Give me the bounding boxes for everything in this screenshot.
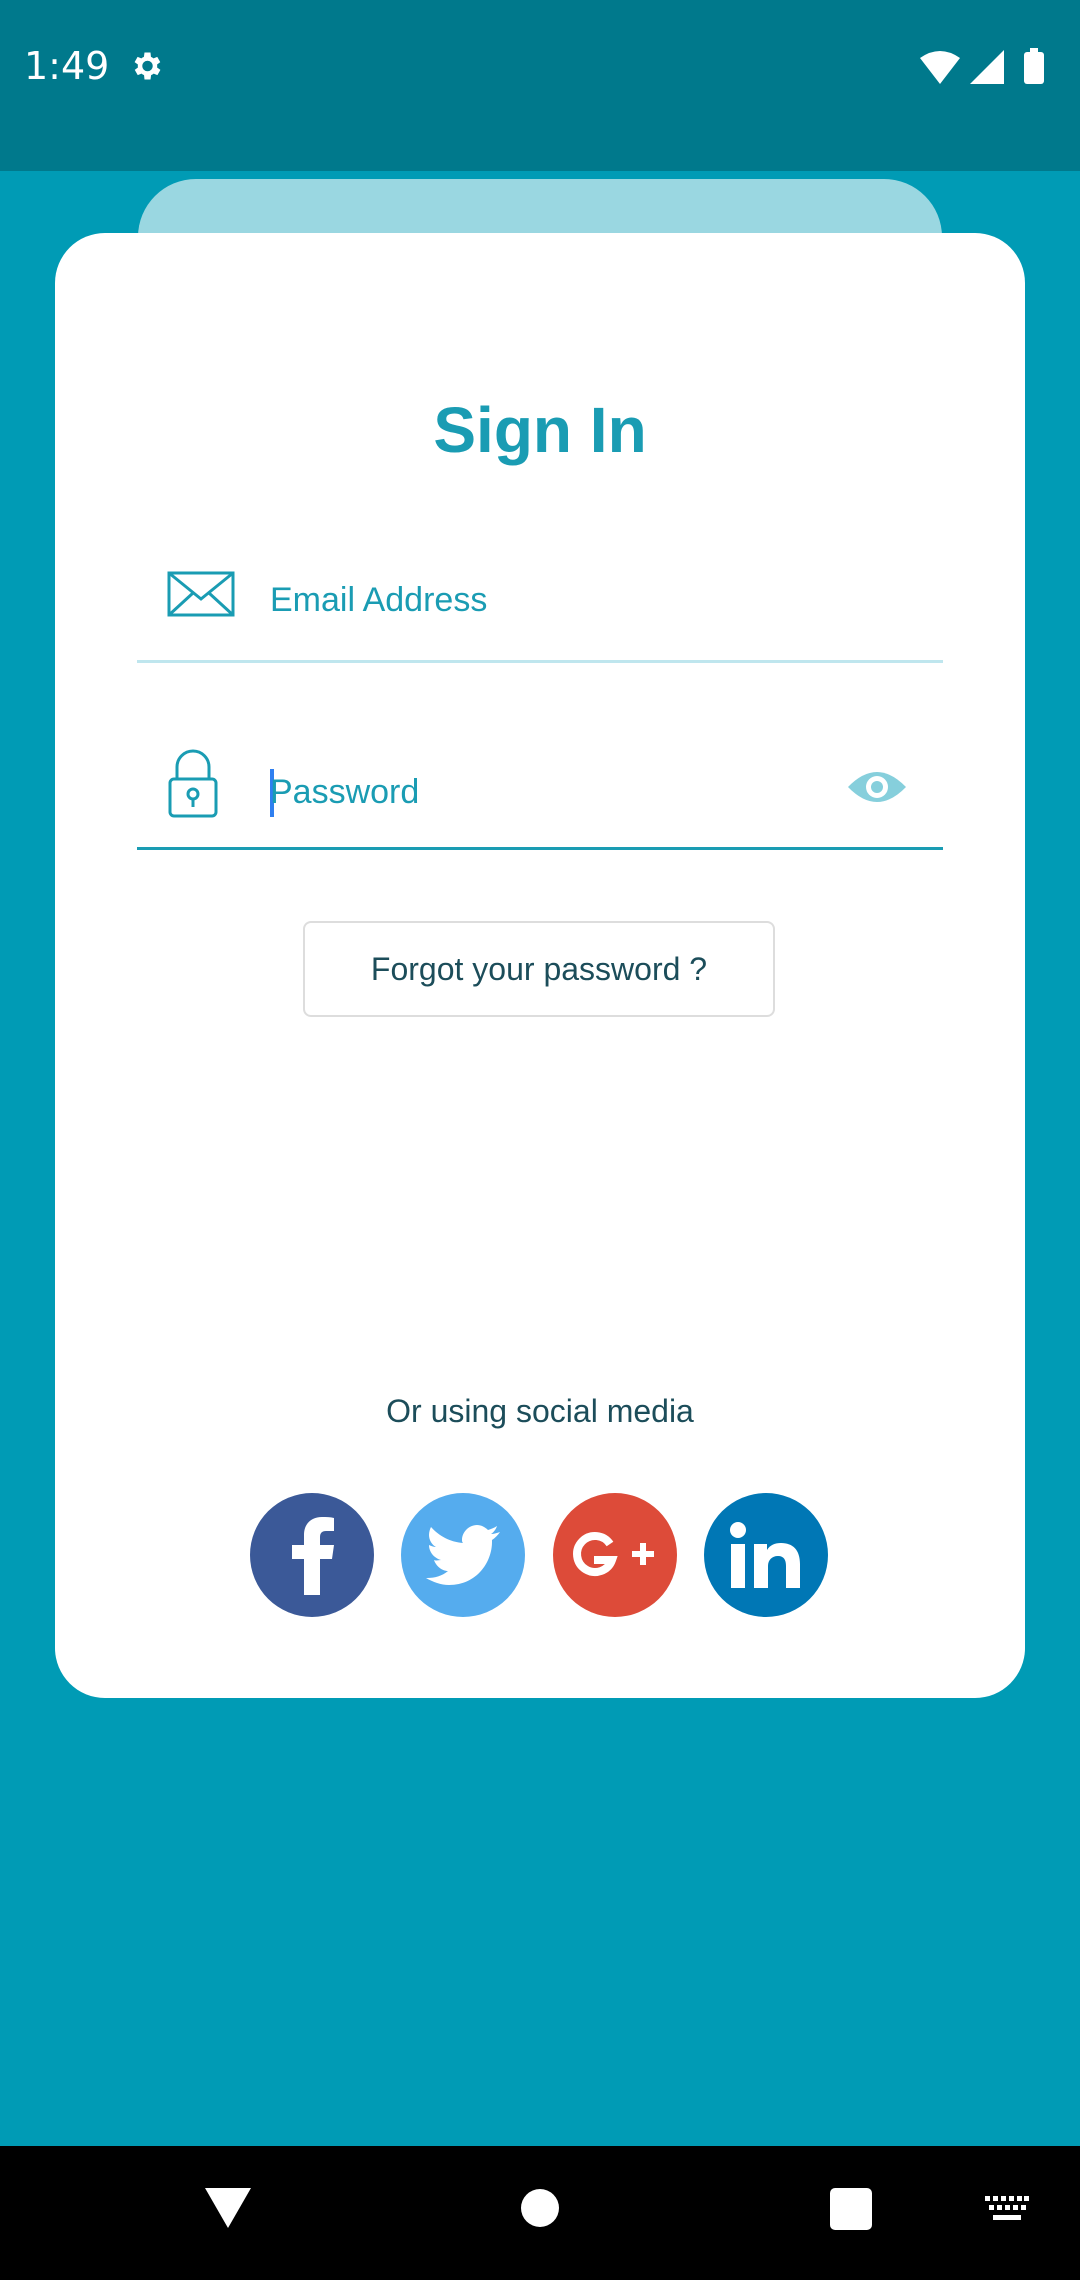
email-field[interactable]: Email Address <box>137 533 943 663</box>
facebook-icon <box>292 1517 334 1595</box>
status-bar: 1:49 <box>0 0 1080 171</box>
google-plus-button[interactable] <box>553 1493 677 1617</box>
envelope-icon <box>167 571 235 617</box>
linkedin-button[interactable] <box>704 1493 828 1617</box>
social-buttons <box>250 1493 830 1617</box>
lock-icon <box>168 749 218 818</box>
eye-icon[interactable] <box>846 767 908 807</box>
screen: 1:49 Sign In Email Address Password Forg… <box>0 0 1080 2280</box>
cellular-signal-icon <box>970 50 1004 84</box>
linkedin-icon <box>730 1522 800 1588</box>
page-title: Sign In <box>433 394 647 466</box>
battery-icon <box>1024 48 1044 84</box>
home-icon[interactable] <box>520 2188 560 2228</box>
email-placeholder: Email Address <box>270 581 488 619</box>
password-field[interactable]: Password <box>137 719 943 850</box>
status-time: 1:49 <box>24 44 110 88</box>
forgot-password-button[interactable]: Forgot your password ? <box>303 921 775 1017</box>
wifi-icon <box>920 51 960 84</box>
navigation-bar <box>0 2146 1080 2280</box>
gear-icon <box>134 52 161 80</box>
social-caption: Or using social media <box>386 1393 694 1429</box>
twitter-button[interactable] <box>401 1493 525 1617</box>
google-plus-icon <box>573 1532 654 1576</box>
keyboard-icon[interactable] <box>985 2196 1029 2222</box>
twitter-icon <box>426 1525 500 1585</box>
password-placeholder: Password <box>270 773 420 811</box>
recents-icon[interactable] <box>830 2188 872 2230</box>
status-icons <box>920 48 1044 84</box>
facebook-button[interactable] <box>250 1493 374 1617</box>
sign-in-card: Sign In Email Address Password Forgot yo… <box>55 233 1025 1698</box>
back-icon[interactable] <box>205 2188 251 2228</box>
